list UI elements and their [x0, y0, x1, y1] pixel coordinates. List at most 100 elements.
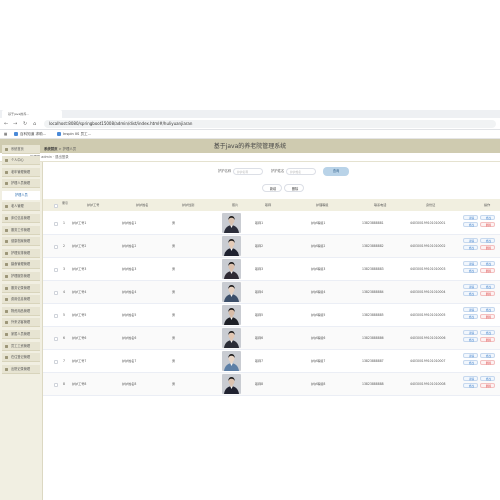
search-input-2[interactable]: 护护姓名: [286, 168, 316, 175]
row-edit-button-2[interactable]: 修改: [463, 291, 478, 296]
browser-tab[interactable]: 基于java的养...: [2, 110, 62, 118]
row-delete-button[interactable]: 删除: [480, 360, 495, 365]
row-delete-button[interactable]: 删除: [480, 268, 495, 273]
menu-icon: [5, 251, 8, 255]
row-checkbox[interactable]: [54, 245, 58, 249]
row-delete-button[interactable]: 删除: [480, 245, 495, 250]
row-checkbox[interactable]: [54, 222, 58, 226]
row-delete-button-label: 删除: [485, 361, 492, 365]
search-input-1[interactable]: 护护名称: [233, 168, 263, 175]
cell-idcard: 440300199101010002: [410, 244, 446, 248]
sidebar-item-9[interactable]: 健康档案管理: [2, 237, 40, 247]
row-delete-button[interactable]: 删除: [480, 337, 495, 342]
sidebar-item-11[interactable]: 膳食管理管理: [2, 260, 40, 270]
sidebar-item-10[interactable]: 护理安排管理: [2, 248, 40, 258]
row-detail-button-label: 详情: [468, 262, 475, 266]
row-edit-button[interactable]: 修改: [480, 307, 495, 312]
row-edit-button-2[interactable]: 修改: [463, 337, 478, 342]
row-detail-button-label: 详情: [468, 331, 475, 335]
menu-icon: [5, 309, 8, 313]
select-all-checkbox[interactable]: [54, 204, 58, 208]
apps-icon[interactable]: ▦: [4, 132, 7, 137]
row-edit-button[interactable]: 修改: [480, 353, 495, 358]
row-edit-button-2[interactable]: 修改: [463, 314, 478, 319]
sidebar-item-12[interactable]: 护理服务管理: [2, 272, 40, 281]
row-edit-button-2[interactable]: 修改: [463, 360, 478, 365]
cell-idcard: 440300199101010005: [410, 313, 446, 317]
th-level: 护理等级: [316, 203, 329, 207]
cell-index: 4: [63, 290, 65, 294]
sidebar-item-5[interactable]: 护理人员: [2, 190, 40, 200]
row-edit-button[interactable]: 修改: [480, 215, 495, 220]
sidebar-item-14[interactable]: 费用信息管理: [2, 295, 40, 305]
search-placeholder-2: 护护姓名: [290, 170, 302, 174]
row-edit-button-2[interactable]: 修改: [463, 383, 478, 388]
cell-index: 2: [63, 244, 65, 248]
row-delete-button[interactable]: 删除: [480, 291, 495, 296]
menu-icon: [5, 344, 8, 348]
row-detail-button[interactable]: 详情: [463, 284, 478, 289]
cell-idcard: 440300199101010007: [410, 359, 446, 363]
row-checkbox[interactable]: [54, 383, 58, 387]
search-label-2: 护护姓名: [271, 169, 285, 173]
bookmark-item-1[interactable]: 百科知道 求助...: [14, 132, 46, 137]
row-detail-button[interactable]: 详情: [463, 238, 478, 243]
row-edit-button[interactable]: 修改: [480, 261, 495, 266]
row-detail-button[interactable]: 详情: [463, 261, 478, 266]
cell-name: 护护姓名5: [122, 313, 137, 317]
menu-icon: [5, 333, 8, 336]
sidebar-item-7[interactable]: 床位信息管理: [2, 214, 40, 223]
row-edit-button-label: 修改: [485, 262, 492, 266]
row-edit-button-label: 修改: [485, 308, 492, 312]
row-checkbox[interactable]: [54, 291, 58, 295]
sidebar-item-3[interactable]: 老年管理管理: [2, 167, 40, 177]
reload-icon[interactable]: ↻: [23, 121, 27, 127]
sidebar-item-20[interactable]: 出院记录管理: [2, 364, 40, 374]
cell-id: 护护工号4: [72, 290, 87, 294]
add-button-label: 新增: [269, 186, 277, 191]
home-icon[interactable]: ⌂: [33, 121, 36, 127]
row-checkbox[interactable]: [54, 337, 58, 341]
add-button[interactable]: 新增: [262, 184, 282, 192]
sidebar-item-18[interactable]: 员工工资管理: [2, 341, 40, 351]
row-edit-button[interactable]: 修改: [480, 376, 495, 381]
search-button[interactable]: 查询: [323, 167, 349, 176]
forward-icon[interactable]: →: [13, 121, 17, 127]
row-checkbox[interactable]: [54, 268, 58, 272]
row-checkbox[interactable]: [54, 314, 58, 318]
back-icon[interactable]: ←: [4, 121, 8, 127]
row-detail-button[interactable]: 详情: [463, 215, 478, 220]
row-edit-button[interactable]: 修改: [480, 238, 495, 243]
row-detail-button[interactable]: 详情: [463, 376, 478, 381]
row-delete-button[interactable]: 删除: [480, 383, 495, 388]
row-detail-button[interactable]: 详情: [463, 307, 478, 312]
sidebar-item-13[interactable]: 服务记录管理: [2, 283, 40, 293]
sidebar-item-8[interactable]: 服务工作管理: [2, 225, 40, 235]
row-detail-button[interactable]: 详情: [463, 330, 478, 335]
sidebar-item-label: 健康档案管理: [11, 239, 31, 244]
sidebar-item-6[interactable]: 老人管理: [2, 202, 40, 212]
row-detail-button-label: 详情: [468, 354, 475, 358]
delete-button[interactable]: 删除: [284, 184, 304, 192]
sidebar-item-17[interactable]: 家属人员管理: [2, 330, 40, 339]
sidebar-item-1[interactable]: 系统首页: [2, 145, 40, 154]
row-delete-button[interactable]: 删除: [480, 314, 495, 319]
row-edit-button[interactable]: 修改: [480, 284, 495, 289]
row-delete-button[interactable]: 删除: [480, 222, 495, 227]
row-checkbox[interactable]: [54, 360, 58, 364]
sidebar-item-4[interactable]: 护理人员管理: [2, 179, 40, 189]
breadcrumb-home[interactable]: 系统首页: [44, 147, 58, 151]
bookmark-item-2[interactable]: Inspin IIS 员工...: [57, 132, 91, 137]
row-edit-button-2-label: 修改: [468, 315, 475, 319]
row-detail-button[interactable]: 详情: [463, 353, 478, 358]
row-edit-button-2[interactable]: 修改: [463, 268, 478, 273]
sidebar-item-16[interactable]: 外来访客管理: [2, 318, 40, 328]
row-edit-button-2[interactable]: 修改: [463, 245, 478, 250]
sidebar-item-15[interactable]: 物资用品管理: [2, 306, 40, 316]
sidebar-item-2[interactable]: 个人中心: [2, 156, 40, 165]
row-edit-button-2[interactable]: 修改: [463, 222, 478, 227]
row-edit-button[interactable]: 修改: [480, 330, 495, 335]
sidebar-item-19[interactable]: 在住登记管理: [2, 353, 40, 363]
browser-tab-label: 基于java的养...: [8, 112, 30, 116]
sidebar-item-label: 服务工作管理: [11, 227, 31, 232]
